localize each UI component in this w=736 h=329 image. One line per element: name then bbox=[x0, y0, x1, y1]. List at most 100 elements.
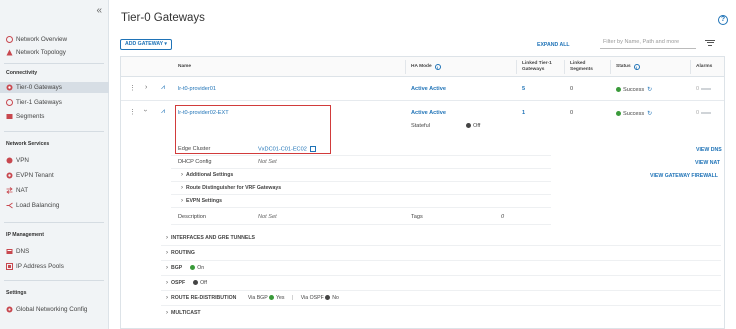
table-header: Name HA Mode i Linked Tier-1 Gateways Li… bbox=[121, 57, 724, 77]
description-label: Description bbox=[178, 214, 206, 220]
view-dns-link[interactable]: VIEW DNS bbox=[696, 147, 722, 153]
ha-mode: Active Active bbox=[411, 110, 446, 116]
sidebar-item-tier1-gateways[interactable]: Tier-1 Gateways bbox=[6, 97, 62, 108]
column-linked-segments[interactable]: Linked Segments bbox=[570, 57, 598, 77]
sidebar: « Network Overview Network Topology Conn… bbox=[0, 0, 109, 329]
global-networking-config-icon bbox=[6, 306, 13, 313]
nat-icon bbox=[6, 187, 13, 194]
linked-t1-count[interactable]: 5 bbox=[522, 86, 525, 92]
divider bbox=[4, 63, 104, 64]
sidebar-item-network-topology[interactable]: Network Topology bbox=[6, 47, 66, 58]
divider bbox=[161, 245, 721, 246]
gateway-name[interactable]: lr-t0-provider01 bbox=[178, 86, 216, 92]
tags-label: Tags bbox=[411, 214, 423, 220]
sidebar-item-global-networking-config[interactable]: Global Networking Config bbox=[6, 304, 87, 315]
filter-input[interactable]: Filter by Name, Path and more bbox=[600, 37, 696, 49]
info-icon[interactable]: i bbox=[434, 64, 441, 70]
sidebar-item-network-overview[interactable]: Network Overview bbox=[6, 34, 67, 45]
column-alarms[interactable]: Alarms bbox=[696, 57, 712, 77]
refresh-icon[interactable]: ↻ bbox=[647, 111, 652, 117]
column-linked-t1[interactable]: Linked Tier-1 Gateways bbox=[522, 57, 556, 77]
section-connectivity: Connectivity bbox=[6, 70, 38, 76]
bgp-status-value: On bbox=[197, 265, 205, 271]
yes-dot-icon bbox=[269, 295, 275, 301]
network-overview-icon bbox=[6, 36, 13, 43]
divider bbox=[171, 207, 551, 208]
route-redistribution-section-toggle[interactable]: › ROUTE RE-DISTRIBUTION Via BGP Yes | Via… bbox=[166, 295, 339, 301]
evpn-tenant-icon bbox=[6, 172, 13, 179]
expand-all-button[interactable]: EXPAND ALL bbox=[537, 42, 570, 48]
evpn-settings-toggle[interactable]: › EVPN Settings bbox=[181, 198, 222, 204]
collapse-chevron-icon[interactable]: › bbox=[142, 109, 149, 111]
alarm-bar bbox=[701, 87, 712, 90]
sidebar-item-vpn[interactable]: VPN bbox=[6, 155, 29, 166]
row-actions-icon[interactable]: ⋮ bbox=[129, 84, 136, 92]
row-actions-icon[interactable]: ⋮ bbox=[129, 108, 136, 116]
alarm-bar bbox=[701, 111, 712, 114]
divider bbox=[4, 222, 104, 223]
gateways-table: Name HA Mode i Linked Tier-1 Gateways Li… bbox=[120, 56, 725, 329]
status-badge: Success ↻ bbox=[616, 86, 652, 93]
status-badge: Success ↻ bbox=[616, 110, 652, 117]
divider bbox=[171, 168, 551, 169]
divider bbox=[171, 224, 551, 225]
chevron-right-icon: › bbox=[166, 235, 168, 241]
add-gateway-button[interactable]: ADD GATEWAY ▾ bbox=[120, 39, 172, 50]
route-distinguisher-toggle[interactable]: › Route Distinguisher for VRF Gateways bbox=[181, 185, 281, 191]
sidebar-item-evpn-tenant[interactable]: EVPN Tenant bbox=[6, 170, 54, 181]
ha-mode: Active Active bbox=[411, 86, 446, 92]
route-distinguisher-label: Route Distinguisher for VRF Gateways bbox=[186, 185, 282, 191]
filter-icon[interactable] bbox=[705, 38, 715, 47]
table-row[interactable]: ⋮ › ⩘ lr-t0-provider01 Active Active 5 0… bbox=[121, 78, 724, 101]
sidebar-item-label: NAT bbox=[16, 187, 29, 194]
sidebar-item-load-balancing[interactable]: Load Balancing bbox=[6, 200, 59, 211]
view-nat-link[interactable]: VIEW NAT bbox=[695, 160, 720, 166]
sidebar-item-label: Global Networking Config bbox=[16, 306, 88, 313]
sidebar-item-dns[interactable]: DNS bbox=[6, 246, 29, 257]
via-ospf-status: Via OSPF No bbox=[301, 295, 339, 301]
sidebar-item-segments[interactable]: Segments bbox=[6, 111, 44, 122]
sidebar-item-label: DNS bbox=[16, 248, 30, 255]
column-ha-mode[interactable]: HA Mode i bbox=[411, 57, 441, 77]
divider bbox=[171, 181, 551, 182]
column-status-label: Status bbox=[616, 64, 631, 69]
main-content: Tier-0 Gateways ? ADD GATEWAY ▾ EXPAND A… bbox=[110, 0, 736, 329]
stateful-label: Stateful bbox=[411, 123, 430, 129]
expand-chevron-icon[interactable]: › bbox=[145, 84, 147, 91]
divider bbox=[4, 280, 104, 281]
collapse-sidebar-icon[interactable]: « bbox=[96, 5, 102, 16]
bgp-section-toggle[interactable]: › BGP On bbox=[166, 265, 204, 271]
tags-value: 0 bbox=[501, 214, 505, 220]
refresh-icon[interactable]: ↻ bbox=[647, 87, 652, 93]
alarms-count: 0 bbox=[696, 86, 712, 92]
linked-t1-count[interactable]: 1 bbox=[522, 110, 525, 116]
column-name[interactable]: Name bbox=[178, 57, 191, 77]
sidebar-item-tier0-gateways[interactable]: Tier-0 Gateways bbox=[0, 82, 109, 93]
column-status[interactable]: Status i bbox=[616, 57, 640, 77]
evpn-settings-label: EVPN Settings bbox=[186, 198, 223, 204]
column-divider bbox=[690, 60, 691, 74]
off-dot-icon bbox=[466, 123, 471, 129]
sidebar-item-label: Segments bbox=[16, 113, 45, 120]
view-gateway-firewall-link[interactable]: VIEW GATEWAY FIREWALL bbox=[650, 173, 718, 179]
divider bbox=[161, 275, 721, 276]
ospf-status: Off bbox=[193, 280, 207, 286]
chevron-right-icon: › bbox=[181, 172, 183, 178]
bgp-status: On bbox=[190, 265, 204, 271]
via-bgp-label: Via BGP bbox=[247, 295, 268, 301]
additional-settings-toggle[interactable]: › Additional Settings bbox=[181, 172, 233, 178]
sidebar-item-ip-address-pools[interactable]: IP Address Pools bbox=[6, 261, 64, 272]
sidebar-item-nat[interactable]: NAT bbox=[6, 185, 28, 196]
info-icon[interactable]: i bbox=[633, 64, 640, 70]
on-dot-icon bbox=[190, 265, 196, 271]
tier0-gateway-icon bbox=[6, 84, 13, 91]
routing-section-toggle[interactable]: › ROUTING bbox=[166, 250, 195, 256]
interfaces-section-toggle[interactable]: › INTERFACES AND GRE TUNNELS bbox=[166, 235, 255, 241]
highlight-box bbox=[175, 105, 331, 154]
chevron-right-icon: › bbox=[166, 310, 168, 316]
divider bbox=[4, 131, 104, 132]
multicast-section-toggle[interactable]: › MULTICAST bbox=[166, 310, 201, 316]
stateful-toggle[interactable]: Off bbox=[466, 123, 480, 129]
help-icon[interactable]: ? bbox=[718, 15, 728, 25]
ospf-section-toggle[interactable]: › OSPF Off bbox=[166, 280, 207, 286]
